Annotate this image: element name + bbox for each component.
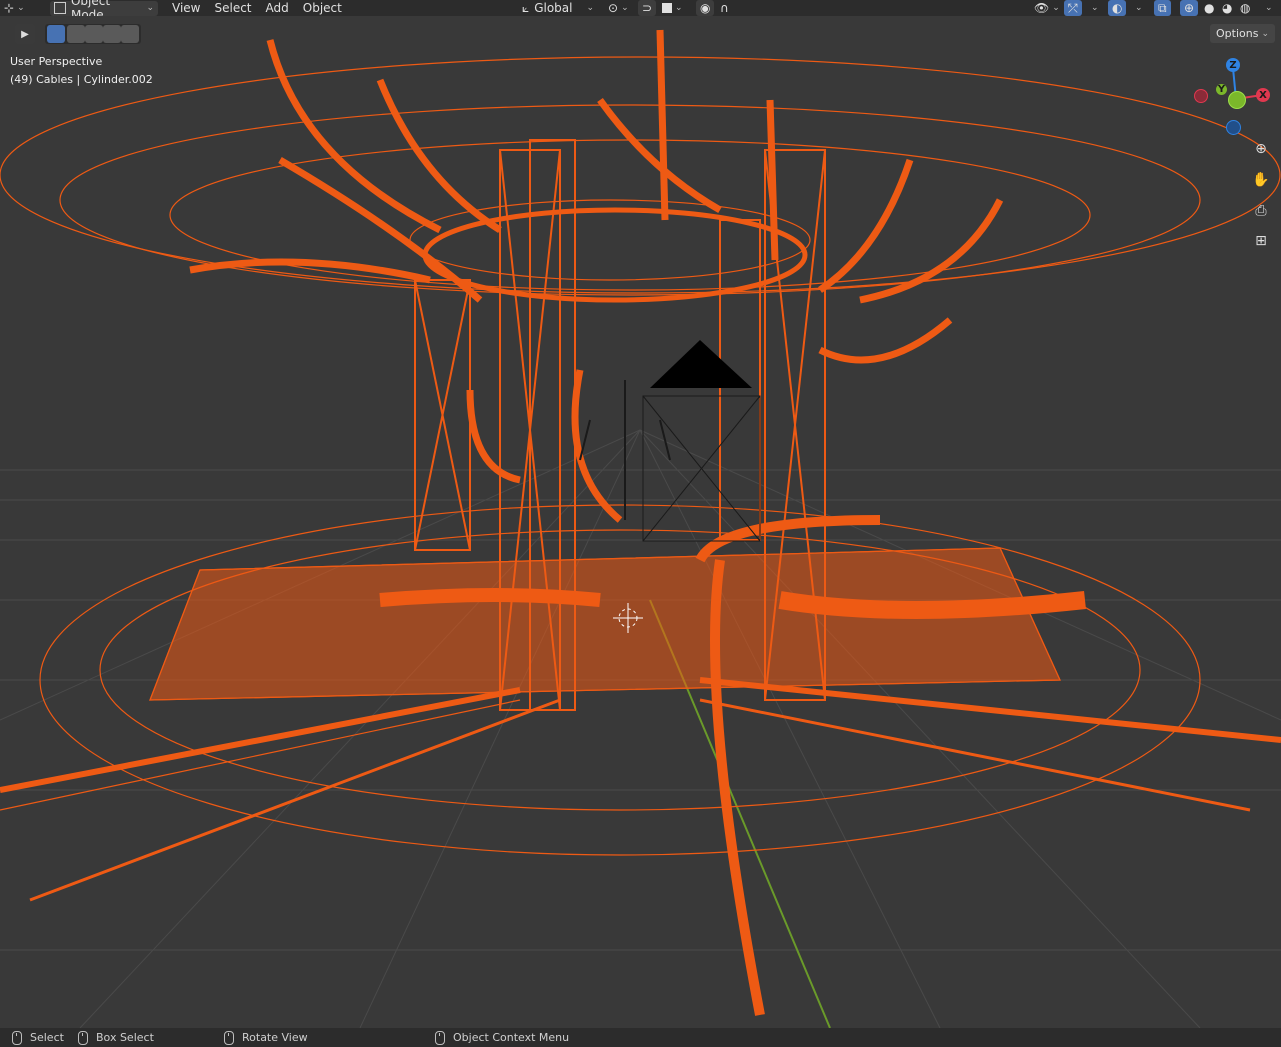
menu-view[interactable]: View <box>168 0 204 16</box>
chevron-down-icon: ⌄ <box>1265 3 1273 13</box>
pivot-icon: ⊙ <box>608 1 619 15</box>
status-bar: Select Box Select Rotate View Object Con… <box>0 1028 1281 1047</box>
pan-button[interactable]: ✋ <box>1248 167 1274 193</box>
mouse-drag-icon <box>78 1030 88 1045</box>
viewport-header: ⊹ ⌄ Object Mode ⌄ View Select Add Object … <box>0 0 1281 22</box>
gizmo-neg-z-axis[interactable] <box>1226 120 1241 135</box>
falloff-icon: ∩ <box>720 1 729 15</box>
status-rotate-view-label: Rotate View <box>242 1031 308 1044</box>
options-label: Options <box>1216 27 1259 40</box>
3d-viewport[interactable]: User Perspective (49) Cables | Cylinder.… <box>0 16 1281 1028</box>
status-box-select-label: Box Select <box>96 1031 154 1044</box>
shading-rendered[interactable]: ◍ <box>1236 0 1254 16</box>
xray-icon: ⧉ <box>1158 0 1167 15</box>
eye-icon: 👁 <box>1034 1 1050 15</box>
status-box-select: Box Select <box>78 1030 154 1045</box>
cursor-arrow-icon: ▶ <box>21 28 29 40</box>
gizmo-z-axis[interactable]: Z <box>1226 58 1240 72</box>
select-intersect-button[interactable] <box>121 25 139 43</box>
proportional-edit-toggle[interactable]: ◉ <box>696 0 715 16</box>
wireframe-objects <box>0 29 1281 1016</box>
falloff-dropdown[interactable]: ∩ <box>716 0 733 16</box>
ortho-toggle-button[interactable]: ⊞ <box>1248 228 1274 254</box>
select-invert-button[interactable] <box>103 25 121 43</box>
chevron-down-icon: ⌄ <box>1261 28 1269 39</box>
chevron-down-icon: ⌄ <box>586 3 594 13</box>
hand-icon: ✋ <box>1252 172 1270 188</box>
gizmo-dropdown[interactable]: ⌄ <box>1084 0 1103 16</box>
grid-icon: ⊞ <box>1255 233 1267 249</box>
select-subtract-button[interactable] <box>85 25 103 43</box>
object-mode-icon <box>54 2 66 14</box>
menu-object[interactable]: Object <box>299 0 346 16</box>
gizmo-icon: ⤱ <box>1068 0 1078 15</box>
zoom-button[interactable]: ⊕ <box>1248 136 1274 162</box>
object-info-label: (49) Cables | Cylinder.002 <box>10 73 153 86</box>
visibility-dropdown[interactable]: 👁 ⌄ <box>1030 0 1064 16</box>
rendered-shading-icon: ◍ <box>1240 1 1251 15</box>
chevron-down-icon: ⌄ <box>675 3 683 13</box>
mouse-left-icon <box>12 1030 22 1045</box>
shading-solid[interactable]: ● <box>1200 0 1218 16</box>
chevron-down-icon: ⌄ <box>1052 3 1060 13</box>
armature-figure <box>579 380 671 520</box>
editor-type-icon: ⊹ <box>4 1 15 15</box>
chevron-down-icon: ⌄ <box>146 3 154 13</box>
navigation-gizmo[interactable]: Z X Y <box>1190 54 1275 144</box>
status-context-menu-label: Object Context Menu <box>453 1031 570 1044</box>
mouse-right-icon <box>435 1030 445 1045</box>
status-rotate-view: Rotate View <box>224 1030 308 1045</box>
chevron-down-icon: ⌄ <box>621 3 629 13</box>
menu-select[interactable]: Select <box>210 0 255 16</box>
gizmo-toggle[interactable]: ⤱ <box>1064 0 1082 16</box>
chevron-down-icon: ⌄ <box>1091 3 1099 13</box>
xray-toggle[interactable]: ⧉ <box>1154 0 1171 16</box>
camera-view-button[interactable]: ⎙ <box>1248 198 1274 224</box>
select-new-button[interactable] <box>47 25 65 43</box>
proportional-icon: ◉ <box>700 1 711 15</box>
status-select-label: Select <box>30 1031 64 1044</box>
gizmo-x-axis[interactable]: X <box>1256 88 1270 102</box>
chevron-down-icon: ⌄ <box>1135 3 1143 13</box>
wireframe-shading-icon: ⊕ <box>1184 1 1195 15</box>
scene-render[interactable] <box>0 16 1281 1028</box>
orientation-label: Global <box>534 1 573 15</box>
options-dropdown[interactable]: Options ⌄ <box>1210 24 1275 43</box>
menu-add[interactable]: Add <box>262 0 293 16</box>
status-select: Select <box>12 1030 64 1045</box>
camera-object <box>642 340 761 542</box>
overlays-toggle[interactable]: ◐ <box>1108 0 1127 16</box>
mouse-middle-icon <box>224 1030 234 1045</box>
pivot-point-button[interactable]: ⊙ ⌄ <box>604 0 633 16</box>
shading-dropdown[interactable]: ⌄ <box>1258 0 1277 16</box>
snap-toggle[interactable]: ⊃ <box>638 0 657 16</box>
snap-increment-icon <box>662 3 672 13</box>
gizmo-neg-x-axis[interactable] <box>1194 89 1208 103</box>
floor-grid <box>0 429 1281 1028</box>
select-mode-group <box>45 24 141 44</box>
select-extend-button[interactable] <box>67 25 85 43</box>
gizmo-center[interactable] <box>1228 91 1246 109</box>
shading-wireframe[interactable]: ⊕ <box>1180 0 1199 16</box>
magnet-icon: ⊃ <box>642 1 653 15</box>
tool-select-button[interactable]: ▶ <box>15 24 35 44</box>
camera-icon: ⎙ <box>1255 203 1267 219</box>
solid-shading-icon: ● <box>1204 1 1215 15</box>
shading-material[interactable]: ◕ <box>1218 0 1236 16</box>
zoom-icon: ⊕ <box>1255 141 1267 157</box>
tool-header: ▶ Options ⌄ <box>0 22 1281 46</box>
snap-target-dropdown[interactable]: ⌄ <box>658 0 687 16</box>
status-context-menu: Object Context Menu <box>435 1030 570 1045</box>
gizmo-y-axis[interactable]: Y <box>1216 84 1227 95</box>
perspective-label: User Perspective <box>10 55 103 68</box>
editor-type-button[interactable]: ⊹ ⌄ <box>0 0 44 16</box>
mode-dropdown[interactable]: Object Mode ⌄ <box>50 0 158 22</box>
material-shading-icon: ◕ <box>1222 1 1233 15</box>
transform-orientation-dropdown[interactable]: ⟀ Global ⌄ <box>518 0 598 16</box>
overlays-icon: ◐ <box>1112 1 1123 15</box>
orientation-icon: ⟀ <box>522 0 530 15</box>
chevron-down-icon: ⌄ <box>17 3 25 13</box>
overlays-dropdown[interactable]: ⌄ <box>1128 0 1147 16</box>
